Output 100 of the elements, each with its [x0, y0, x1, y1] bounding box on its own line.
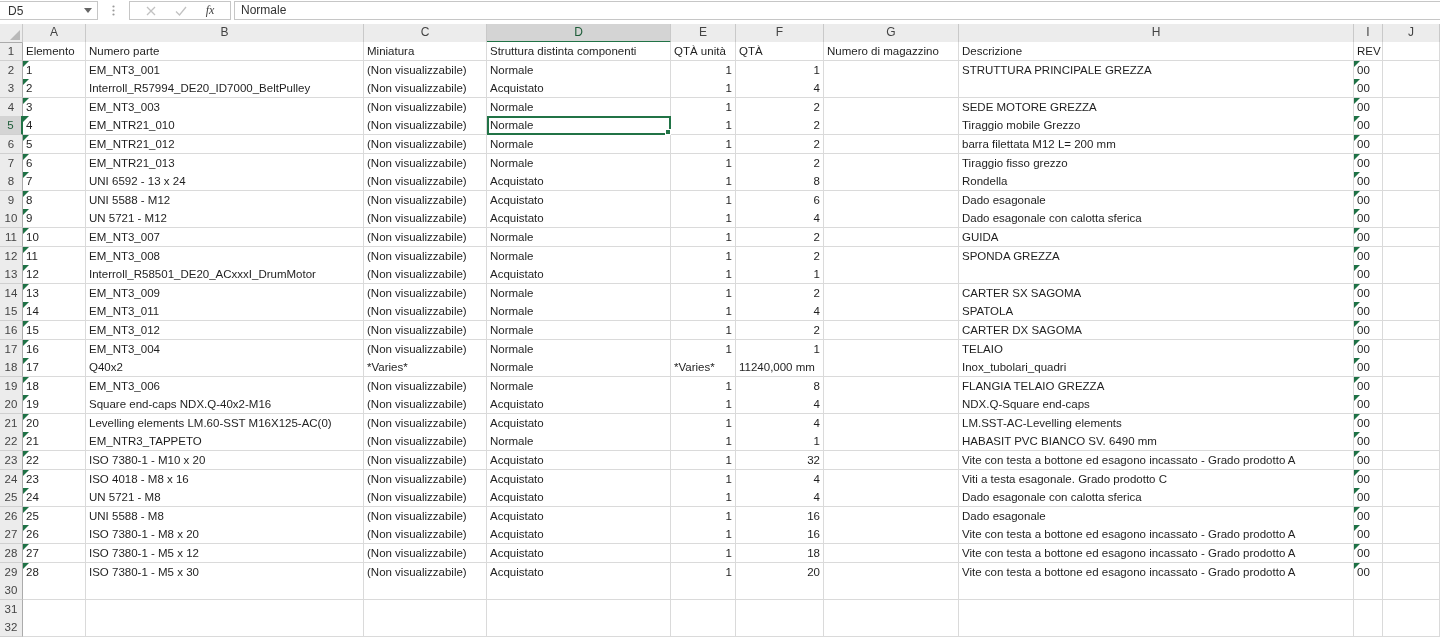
spreadsheet-cell[interactable]: Acquistato [487, 79, 671, 99]
spreadsheet-cell[interactable]: Acquistato [487, 209, 671, 229]
spreadsheet-cell[interactable]: Acquistato [487, 451, 671, 471]
row-header[interactable]: 8 [0, 172, 23, 192]
spreadsheet-cell[interactable]: 24 [23, 488, 86, 508]
row-header[interactable]: 10 [0, 209, 23, 229]
spreadsheet-cell[interactable]: Struttura distinta componenti [487, 42, 671, 61]
spreadsheet-cell[interactable]: (Non visualizzabile) [364, 265, 487, 285]
row-header[interactable]: 5 [0, 116, 23, 136]
spreadsheet-cell[interactable]: QTÀ [736, 42, 824, 61]
spreadsheet-cell[interactable]: 8 [736, 172, 824, 192]
spreadsheet-cell[interactable]: (Non visualizzabile) [364, 79, 487, 99]
spreadsheet-cell[interactable]: (Non visualizzabile) [364, 432, 487, 452]
fill-handle[interactable] [665, 129, 671, 136]
spreadsheet-cell[interactable]: Acquistato [487, 395, 671, 415]
row-header[interactable]: 28 [0, 544, 23, 564]
spreadsheet-cell[interactable]: 00 [1354, 116, 1383, 136]
spreadsheet-cell[interactable]: 9 [23, 209, 86, 229]
spreadsheet-cell[interactable]: 1 [671, 451, 736, 471]
spreadsheet-cell[interactable]: 4 [736, 209, 824, 229]
spreadsheet-cell[interactable]: 1 [671, 525, 736, 545]
spreadsheet-cell[interactable]: (Non visualizzabile) [364, 488, 487, 508]
spreadsheet-cell[interactable]: REV [1354, 42, 1383, 61]
spreadsheet-cell[interactable]: 1 [671, 432, 736, 452]
spreadsheet-cell[interactable]: Interroll_R57994_DE20_ID7000_BeltPulley [86, 79, 364, 99]
row-header[interactable]: 20 [0, 395, 23, 415]
spreadsheet-cell[interactable]: Rondella [959, 172, 1354, 192]
spreadsheet-cell[interactable]: 00 [1354, 172, 1383, 192]
spreadsheet-cell[interactable]: 2 [23, 79, 86, 99]
spreadsheet-cell[interactable]: Elemento [23, 42, 86, 61]
spreadsheet-cell[interactable]: 00 [1354, 525, 1383, 545]
spreadsheet-cell[interactable]: ISO 7380-1 - M5 x 12 [86, 544, 364, 564]
spreadsheet-cell[interactable]: Dado esagonale con calotta sferica [959, 209, 1354, 229]
row-header[interactable]: 18 [0, 358, 23, 378]
spreadsheet-cell[interactable]: 21 [23, 432, 86, 452]
spreadsheet-cell[interactable]: 00 [1354, 302, 1383, 322]
spreadsheet-cell[interactable]: 00 [1354, 451, 1383, 471]
spreadsheet-cell[interactable]: ISO 7380-1 - M8 x 20 [86, 525, 364, 545]
spreadsheet-cell[interactable]: 16 [736, 525, 824, 545]
spreadsheet-cell[interactable]: Acquistato [487, 172, 671, 192]
spreadsheet-cell[interactable]: (Non visualizzabile) [364, 451, 487, 471]
spreadsheet-cell[interactable]: (Non visualizzabile) [364, 209, 487, 229]
row-header[interactable]: 3 [0, 79, 23, 99]
spreadsheet-cell[interactable]: 26 [23, 525, 86, 545]
spreadsheet-cell[interactable]: Vite con testa a bottone ed esagono incassato - Grado prodotto A [959, 525, 1354, 545]
spreadsheet-cell[interactable]: 11240,000 mm [736, 358, 824, 378]
spreadsheet-cell[interactable]: 14 [23, 302, 86, 322]
spreadsheet-cell[interactable]: 4 [736, 488, 824, 508]
spreadsheet-cell[interactable]: 1 [671, 544, 736, 564]
spreadsheet-cell[interactable]: 00 [1354, 358, 1383, 378]
spreadsheet-cell[interactable]: Normale [487, 116, 671, 136]
spreadsheet-cell[interactable]: 00 [1354, 544, 1383, 564]
spreadsheet-cell[interactable]: 1 [671, 265, 736, 285]
spreadsheet-cell[interactable]: (Non visualizzabile) [364, 395, 487, 415]
spreadsheet-cell[interactable]: (Non visualizzabile) [364, 302, 487, 322]
spreadsheet-cell[interactable]: EM_NTR3_TAPPETO [86, 432, 364, 452]
spreadsheet-cell[interactable]: (Non visualizzabile) [364, 172, 487, 192]
grip-dots-icon[interactable] [112, 5, 115, 16]
spreadsheet-cell[interactable]: Numero parte [86, 42, 364, 61]
row-header[interactable]: 27 [0, 525, 23, 545]
spreadsheet-cell[interactable]: (Non visualizzabile) [364, 544, 487, 564]
spreadsheet-cell[interactable]: Normale [487, 432, 671, 452]
spreadsheet-cell[interactable]: 17 [23, 358, 86, 378]
spreadsheet-cell[interactable]: Tiraggio mobile Grezzo [959, 116, 1354, 136]
spreadsheet-cell[interactable]: Vite con testa a bottone ed esagono incassato - Grado prodotto A [959, 544, 1354, 564]
spreadsheet-cell[interactable]: 27 [23, 544, 86, 564]
formula-input[interactable]: Normale [234, 1, 1440, 20]
spreadsheet-cell[interactable]: UN 5721 - M12 [86, 209, 364, 229]
spreadsheet-cell[interactable]: 32 [736, 451, 824, 471]
spreadsheet-cell[interactable]: 00 [1354, 488, 1383, 508]
row-header[interactable]: 22 [0, 432, 23, 452]
select-all-button[interactable] [0, 24, 23, 43]
spreadsheet-cell[interactable]: Normale [487, 358, 671, 378]
spreadsheet-cell[interactable]: 22 [23, 451, 86, 471]
spreadsheet-cell[interactable]: Acquistato [487, 488, 671, 508]
spreadsheet-cell[interactable]: 12 [23, 265, 86, 285]
spreadsheet-cell[interactable]: 7 [23, 172, 86, 192]
row-header[interactable]: 32 [0, 618, 23, 638]
spreadsheet-cell[interactable]: 4 [23, 116, 86, 136]
spreadsheet-cell[interactable]: Q40x2 [86, 358, 364, 378]
spreadsheet-cell[interactable]: UN 5721 - M8 [86, 488, 364, 508]
spreadsheet-cell[interactable]: 1 [736, 432, 824, 452]
spreadsheet-cell[interactable]: Descrizione [959, 42, 1354, 61]
row-header[interactable]: 23 [0, 451, 23, 471]
spreadsheet-cell[interactable]: Dado esagonale con calotta sferica [959, 488, 1354, 508]
spreadsheet-cell[interactable]: 00 [1354, 395, 1383, 415]
spreadsheet-cell[interactable]: 00 [1354, 209, 1383, 229]
spreadsheet-cell[interactable]: Acquistato [487, 544, 671, 564]
spreadsheet-cell[interactable]: Acquistato [487, 525, 671, 545]
spreadsheet-cell[interactable]: EM_NTR21_010 [86, 116, 364, 136]
spreadsheet-cell[interactable]: SPATOLA [959, 302, 1354, 322]
spreadsheet-cell[interactable]: Vite con testa a bottone ed esagono incassato - Grado prodotto A [959, 451, 1354, 471]
row-header[interactable]: 15 [0, 302, 23, 322]
row-header[interactable]: 25 [0, 488, 23, 508]
spreadsheet-cell[interactable]: 00 [1354, 432, 1383, 452]
spreadsheet-cell[interactable]: ISO 7380-1 - M10 x 20 [86, 451, 364, 471]
spreadsheet-cell[interactable]: 4 [736, 395, 824, 415]
spreadsheet-cell[interactable]: Normale [487, 302, 671, 322]
spreadsheet-cell[interactable]: (Non visualizzabile) [364, 525, 487, 545]
spreadsheet-cell[interactable]: Acquistato [487, 265, 671, 285]
